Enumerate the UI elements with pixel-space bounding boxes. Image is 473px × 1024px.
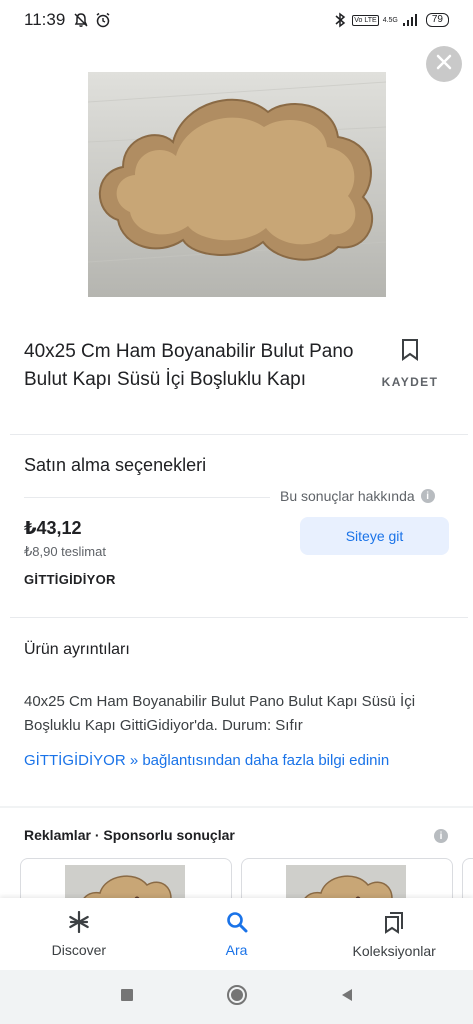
battery-level: 79 [425,13,449,27]
notifications-off-icon [73,12,89,28]
volte-badge: Vo LTE [352,14,379,26]
seller-more-info-link[interactable]: GİTTİGİDİYOR » bağlantısından daha fazla… [24,752,389,769]
save-label: KAYDET [381,375,439,389]
alarm-icon [95,12,111,28]
product-image[interactable] [88,72,386,297]
shipping-cost: ₺8,90 teslimat [24,544,106,559]
ads-header: Reklamlar · Sponsorlu sonuçlar [24,827,235,843]
signal-icon [402,12,418,28]
close-icon [435,53,453,76]
collections-icon [383,910,405,937]
nav-collections-label: Koleksiyonlar [352,942,436,959]
square-icon [119,987,135,1008]
recents-button[interactable] [116,986,138,1008]
divider [10,617,468,618]
asterisk-icon [68,910,90,936]
section-divider [0,806,473,808]
nav-discover-label: Discover [51,941,107,958]
circle-icon [226,984,248,1011]
purchase-options-title: Satın alma seçenekleri [24,455,207,475]
search-icon [226,911,248,936]
about-results-link[interactable]: Bu sonuçlar hakkında i [280,488,435,504]
nav-collections[interactable]: Koleksiyonlar [315,898,473,970]
nav-search-label: Ara [225,941,248,958]
seller-name: GİTTİGİDİYOR [24,572,116,587]
product-description: 40x25 Cm Ham Boyanabilir Bulut Pano Bulu… [24,693,416,734]
product-title: 40x25 Cm Ham Boyanabilir Bulut Pano Bulu… [24,341,354,390]
bluetooth-icon [332,12,348,28]
product-details-title: Ürün ayrıntıları [24,641,130,658]
go-to-site-button[interactable]: Siteye git [300,517,449,555]
status-bar: 11:39 Vo LTE 4.5G 79 [0,0,473,40]
home-button[interactable] [226,984,248,1011]
bottom-navigation: Discover Ara Koleksiyonlar [0,898,473,970]
status-time: 11:39 [24,10,66,29]
bookmark-icon [400,338,420,367]
nav-search[interactable]: Ara [158,898,316,970]
system-navigation-bar [0,970,473,1024]
about-results-label: Bu sonuçlar hakkında [280,488,415,504]
divider [24,497,270,498]
back-triangle-icon [339,987,355,1008]
network-type: 4.5G [382,16,398,24]
info-icon: i [420,489,435,503]
ads-info-icon[interactable]: i [434,829,448,843]
divider [10,434,468,435]
nav-discover[interactable]: Discover [0,898,158,970]
price: ₺43,12 [24,518,82,538]
save-button[interactable]: KAYDET [378,338,442,389]
close-button[interactable] [426,46,462,82]
back-button[interactable] [336,986,358,1008]
